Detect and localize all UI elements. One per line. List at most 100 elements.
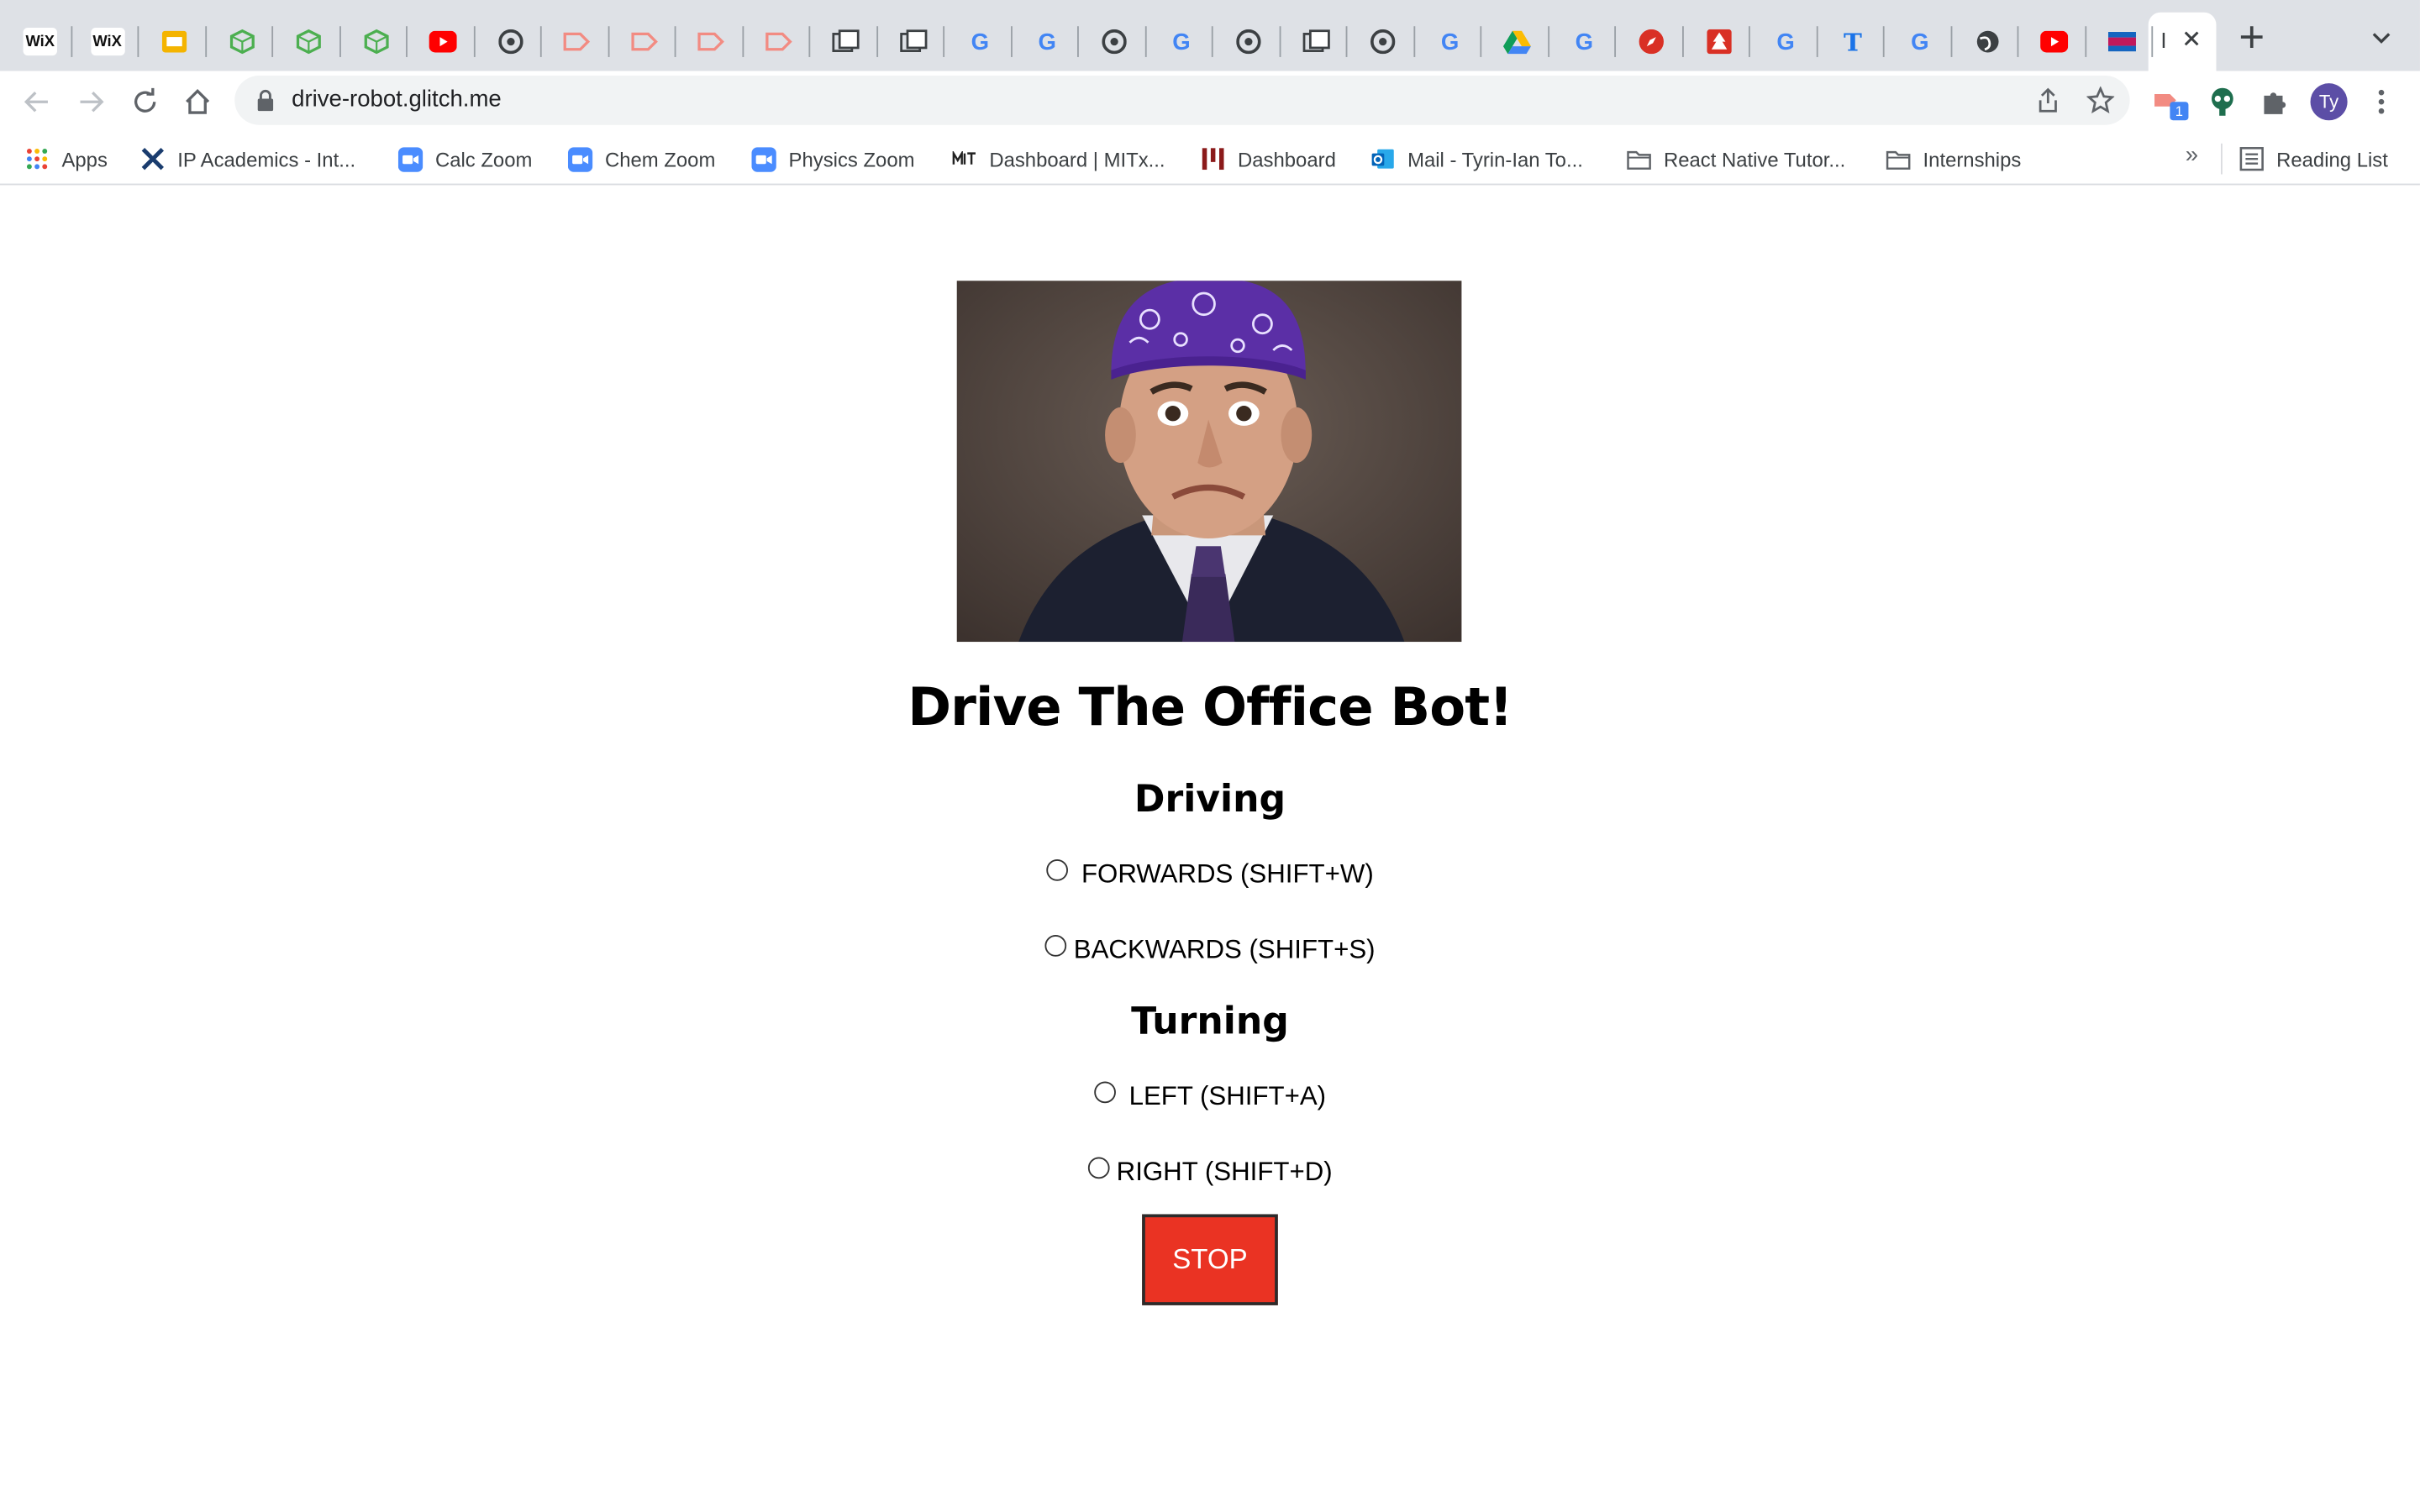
reload-button[interactable] (128, 85, 161, 118)
browser-tab[interactable]: G (1419, 13, 1481, 71)
tab-separator (1681, 26, 1683, 57)
reading-list-button[interactable]: Reading List (2239, 144, 2388, 175)
tab-separator (271, 26, 274, 57)
bookmark-label: Chem Zoom (604, 147, 716, 171)
google-icon: G (1172, 28, 1191, 55)
browser-tab[interactable] (613, 13, 675, 71)
bookmarks-overflow-button[interactable]: » (2186, 142, 2198, 168)
browser-tab[interactable] (2091, 13, 2152, 71)
vertical-dots-icon (2378, 89, 2385, 114)
tab-separator (607, 26, 609, 57)
browser-tab[interactable] (1083, 13, 1144, 71)
browser-tab[interactable]: T (1822, 13, 1883, 71)
browser-tab[interactable] (882, 13, 944, 71)
option-right[interactable]: RIGHT (SHIFT+D) (0, 1157, 2420, 1189)
wix-icon: WiX (90, 28, 124, 56)
browser-tab[interactable]: G (1150, 13, 1212, 71)
chrome-icon (1101, 28, 1128, 55)
bookmark-mitx-dashboard[interactable]: Dashboard | MITx... (952, 144, 1165, 175)
browser-tab[interactable] (815, 13, 876, 71)
bookmark-chem-zoom[interactable]: Chem Zoom (567, 144, 716, 175)
browser-tab[interactable]: G (950, 13, 1011, 71)
extension-tag-button[interactable]: 1 (2151, 83, 2189, 121)
stop-button[interactable]: STOP (1142, 1214, 1278, 1305)
tab-separator (943, 26, 945, 57)
bookmark-calc-zoom[interactable]: Calc Zoom (397, 144, 532, 175)
tab-separator (1077, 26, 1079, 57)
right-radio[interactable] (1087, 1157, 1109, 1179)
browser-tab[interactable] (1285, 13, 1346, 71)
tab-separator (137, 26, 139, 57)
left-radio[interactable] (1093, 1081, 1116, 1104)
forwards-radio[interactable] (1046, 859, 1068, 881)
tab-separator (1211, 26, 1213, 57)
browser-tab[interactable]: G (1754, 13, 1816, 71)
active-tab-title: I (2160, 28, 2167, 53)
browser-tab[interactable] (278, 13, 339, 71)
close-tab-icon[interactable] (2179, 26, 2203, 50)
extensions-button[interactable] (2258, 85, 2291, 118)
crossed-tools-icon (140, 146, 165, 171)
bookmark-folder-internships[interactable]: Internships (1886, 144, 2021, 175)
bookmark-mail[interactable]: Mail - Tyrin-Ian To... (1370, 144, 1583, 175)
bookmark-folder-react-native[interactable]: React Native Tutor... (1627, 144, 1845, 175)
tab-separator (1882, 26, 1885, 57)
browser-tab[interactable] (681, 13, 742, 71)
new-tab-button[interactable] (2235, 22, 2269, 55)
bookmark-star-icon[interactable] (2086, 86, 2115, 114)
bookmark-apps[interactable]: Apps (24, 144, 108, 175)
back-button[interactable] (20, 85, 54, 118)
compass-icon (1638, 28, 1665, 55)
browser-tab[interactable] (479, 13, 540, 71)
option-backwards[interactable]: BACKWARDS (SHIFT+S) (0, 935, 2420, 966)
folder-icon (1627, 146, 1651, 171)
home-button[interactable] (181, 85, 214, 118)
browser-tab[interactable]: WiX (76, 13, 138, 71)
browser-tab[interactable] (546, 13, 608, 71)
browser-tab[interactable] (1486, 13, 1548, 71)
tag-icon (697, 28, 725, 55)
forward-button[interactable] (74, 85, 108, 118)
browser-tab[interactable] (1352, 13, 1413, 71)
bookmark-ip-academics[interactable]: IP Academics - Int... (140, 144, 355, 175)
url-text[interactable]: drive-robot.glitch.me (292, 87, 502, 113)
browser-tab[interactable]: G (1554, 13, 1615, 71)
bookmark-physics-zoom[interactable]: Physics Zoom (751, 144, 915, 175)
tab-separator (1345, 26, 1348, 57)
browser-tab[interactable] (1956, 13, 2018, 71)
bookmark-dashboard[interactable]: Dashboard (1201, 144, 1336, 175)
option-forwards[interactable]: FORWARDS (SHIFT+W) (0, 859, 2420, 890)
browser-tab[interactable]: WiX (9, 13, 71, 71)
browser-tab[interactable] (1687, 13, 1749, 71)
browser-tab[interactable] (144, 13, 205, 71)
plus-icon (2240, 26, 2263, 48)
browser-tab[interactable] (345, 13, 407, 71)
browser-tab[interactable] (748, 13, 809, 71)
google-icon: G (1038, 28, 1056, 55)
menu-button[interactable] (2365, 85, 2398, 118)
browser-tab[interactable] (1218, 13, 1279, 71)
browser-tab[interactable] (412, 13, 473, 71)
bars-icon (1201, 146, 1225, 171)
tab-separator (2084, 26, 2086, 57)
tab-search-button[interactable] (2367, 24, 2395, 52)
tab-separator (406, 26, 408, 57)
browser-tab[interactable]: G (1016, 13, 1077, 71)
tab-active[interactable]: I (2148, 12, 2217, 71)
address-bar[interactable]: drive-robot.glitch.me (234, 75, 2130, 125)
extension-alien-button[interactable] (2206, 85, 2239, 118)
right-label: RIGHT (SHIFT+D) (1116, 1157, 1333, 1187)
browser-tab[interactable]: G (1889, 13, 1950, 71)
hero-image (956, 281, 1462, 643)
browser-tab[interactable] (1621, 13, 1682, 71)
browser-tab[interactable] (211, 13, 272, 71)
tab-separator (339, 26, 340, 57)
option-left[interactable]: LEFT (SHIFT+A) (0, 1081, 2420, 1113)
chrome-icon (1369, 28, 1397, 55)
arrow-left-icon (24, 92, 48, 113)
browser-tab[interactable] (2023, 13, 2085, 71)
profile-avatar[interactable]: Ty (2310, 83, 2348, 121)
tree-icon (1705, 28, 1733, 55)
backwards-radio[interactable] (1044, 935, 1067, 957)
share-icon[interactable] (2034, 87, 2062, 114)
